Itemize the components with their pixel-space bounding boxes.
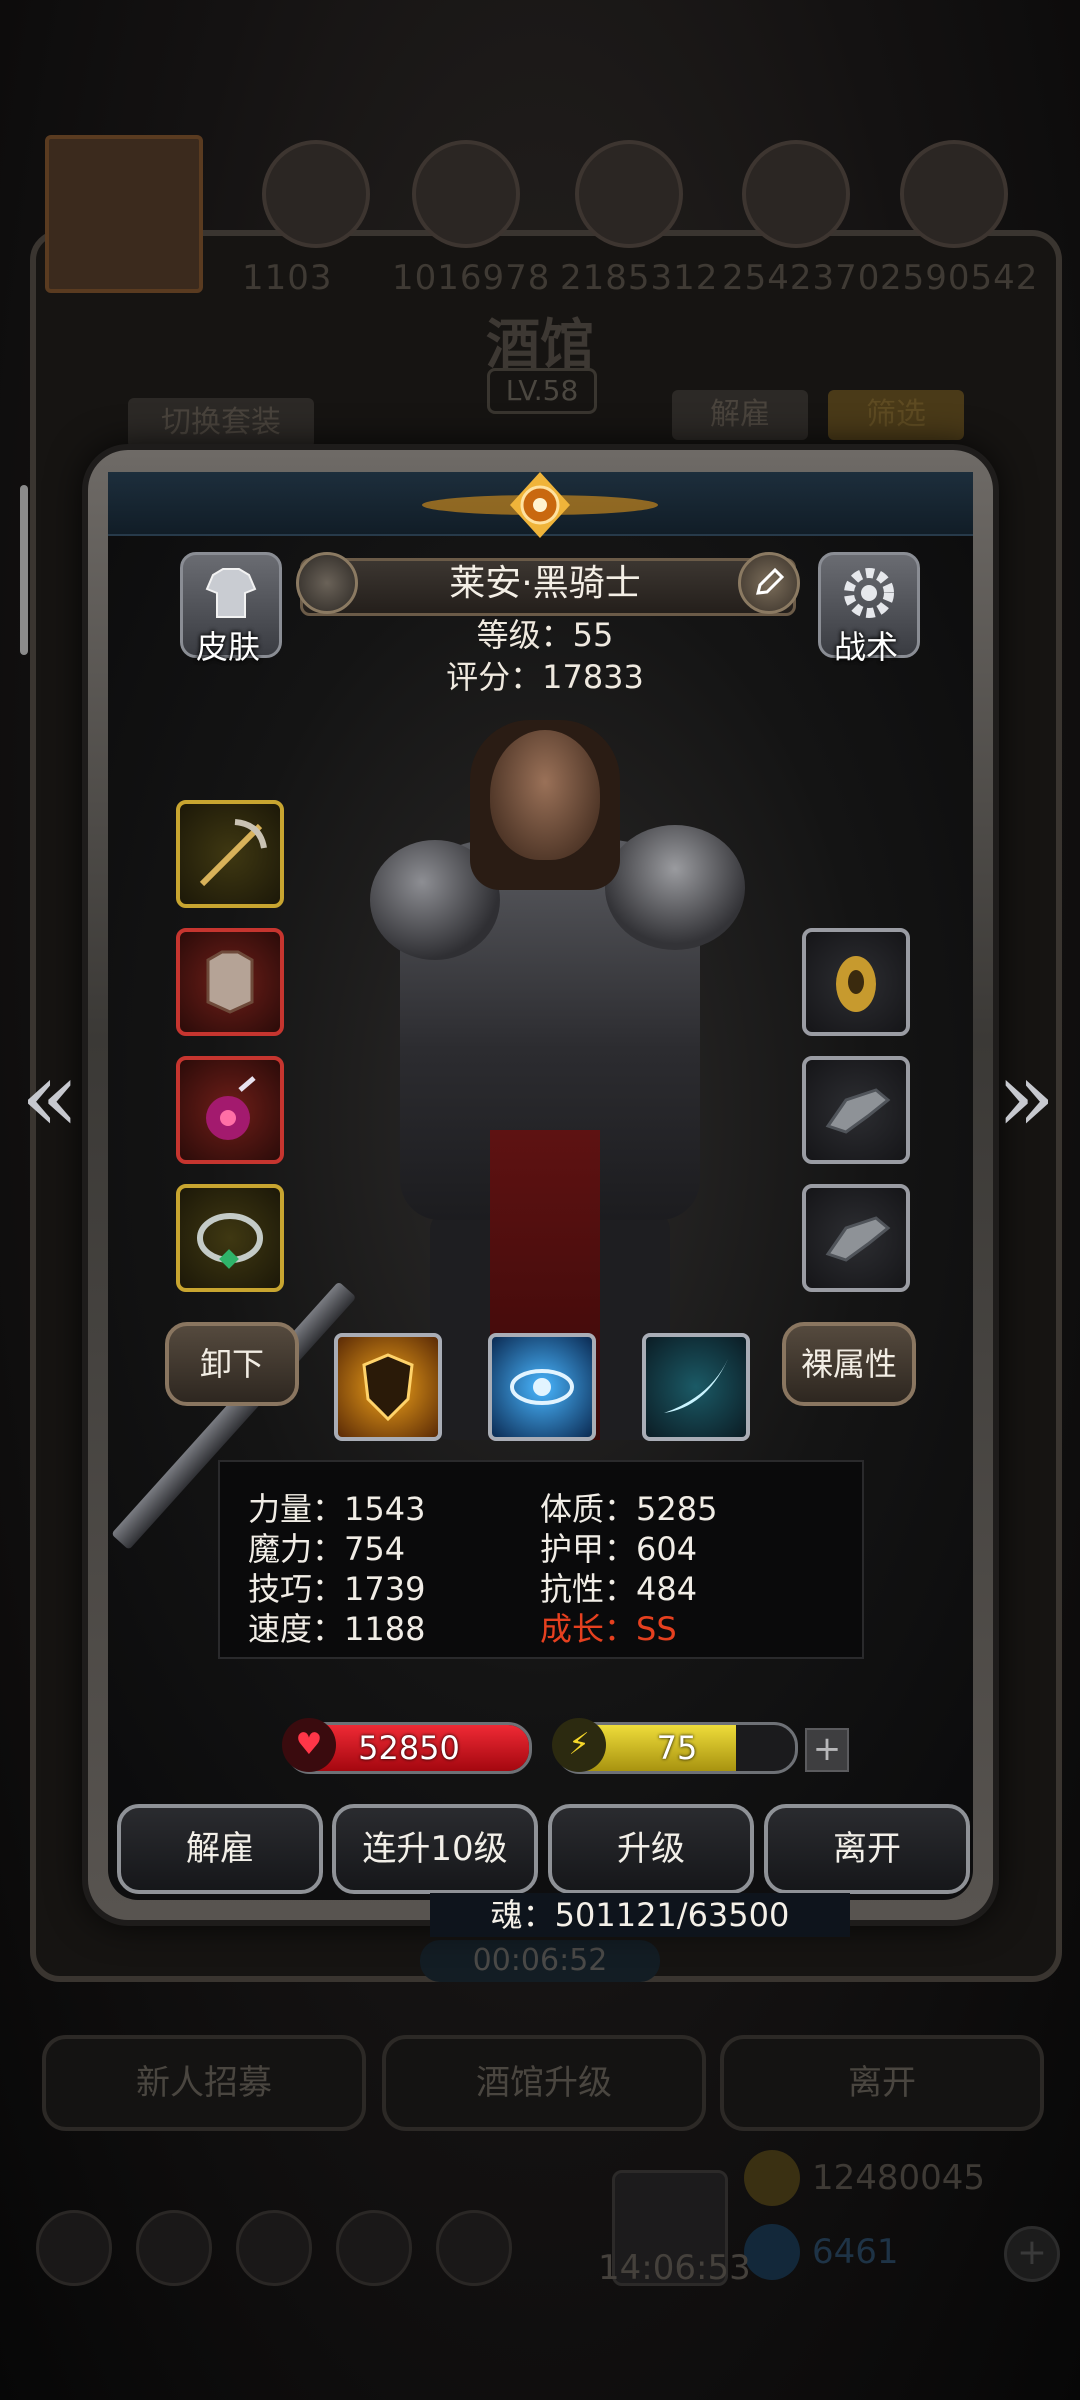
selected-hero-portrait-icon[interactable] bbox=[45, 135, 203, 293]
top-count-3: 2185312 bbox=[560, 258, 719, 298]
category-icon-3[interactable] bbox=[575, 140, 683, 248]
bg-leave-button[interactable]: 离开 bbox=[720, 2035, 1044, 2131]
category-icon-2[interactable] bbox=[412, 140, 520, 248]
filter-button[interactable]: 筛选 bbox=[828, 390, 964, 440]
top-count-2: 1016978 bbox=[392, 258, 551, 298]
gold-amount: 12480045 bbox=[812, 2158, 986, 2198]
add-energy-icon[interactable]: + bbox=[805, 1728, 849, 1772]
hero-right-pauldron bbox=[605, 825, 745, 950]
category-icon-1[interactable] bbox=[262, 140, 370, 248]
hero-name: 莱安·黑骑士 bbox=[449, 563, 641, 604]
gem-icon bbox=[744, 2224, 800, 2280]
lightning-icon: ⚡ bbox=[552, 1718, 606, 1772]
clock-text: 14:06:53 bbox=[598, 2248, 751, 2288]
soul-counter: 魂：501121/63500 bbox=[430, 1893, 850, 1937]
hero-face bbox=[490, 730, 600, 860]
hero-level: 等级：55 bbox=[476, 616, 614, 654]
top-count-5: 2590542 bbox=[880, 258, 1039, 298]
amulet-icon[interactable] bbox=[802, 928, 910, 1036]
heart-icon: ♥ bbox=[282, 1718, 336, 1772]
scrollbar[interactable] bbox=[20, 485, 28, 655]
hero-score: 评分：17833 bbox=[446, 658, 644, 696]
leave-button[interactable]: 离开 bbox=[764, 1804, 970, 1894]
gauntlet-icon[interactable] bbox=[802, 1184, 910, 1292]
potion-icon[interactable] bbox=[176, 1056, 284, 1164]
bg-dismiss-button[interactable]: 解雇 bbox=[672, 390, 808, 440]
category-icon-4[interactable] bbox=[742, 140, 850, 248]
level-up-button[interactable]: 升级 bbox=[548, 1804, 754, 1894]
gem-amount: 6461 bbox=[812, 2232, 899, 2272]
slash-skill-icon[interactable] bbox=[642, 1333, 750, 1441]
edit-name-icon[interactable] bbox=[738, 552, 800, 614]
unequip-button[interactable]: 卸下 bbox=[165, 1322, 299, 1406]
tavern-upgrade-button[interactable]: 酒馆升级 bbox=[382, 2035, 706, 2131]
prev-hero-arrow-icon[interactable]: « bbox=[14, 1049, 86, 1145]
nav-icon-2[interactable] bbox=[136, 2210, 212, 2286]
tactics-label: 战术 bbox=[833, 628, 898, 666]
nav-icon-3[interactable] bbox=[236, 2210, 312, 2286]
skin-label: 皮肤 bbox=[195, 628, 260, 666]
ring-icon[interactable] bbox=[176, 1184, 284, 1292]
gold-coin-icon bbox=[744, 2150, 800, 2206]
switch-outfit-button[interactable]: 切换套装 bbox=[128, 398, 314, 448]
chest-armor-icon[interactable] bbox=[176, 928, 284, 1036]
dismiss-hero-button[interactable]: 解雇 bbox=[117, 1804, 323, 1894]
rank-badge-icon[interactable] bbox=[296, 552, 358, 614]
nav-icon-1[interactable] bbox=[36, 2210, 112, 2286]
emblem-icon bbox=[422, 472, 658, 538]
stat-speed: 速度：1188 bbox=[248, 1610, 426, 1648]
top-count-4: 2542370 bbox=[722, 258, 881, 298]
pickaxe-icon[interactable] bbox=[176, 800, 284, 908]
category-icon-5[interactable] bbox=[900, 140, 1008, 248]
bare-attributes-button[interactable]: 裸属性 bbox=[782, 1322, 916, 1406]
gauntlet-icon[interactable] bbox=[802, 1056, 910, 1164]
shield-skill-icon[interactable] bbox=[334, 1333, 442, 1441]
eye-skill-icon[interactable] bbox=[488, 1333, 596, 1441]
new-recruit-button[interactable]: 新人招募 bbox=[42, 2035, 366, 2131]
stat-growth: 成长：SS bbox=[540, 1610, 677, 1648]
recruit-timer: 00:06:52 bbox=[420, 1940, 660, 1982]
top-count-1: 1103 bbox=[242, 258, 333, 298]
level-up-10-button[interactable]: 连升10级 bbox=[332, 1804, 538, 1894]
nav-icon-4[interactable] bbox=[336, 2210, 412, 2286]
nav-icon-5[interactable] bbox=[436, 2210, 512, 2286]
add-currency-icon[interactable]: + bbox=[1004, 2226, 1060, 2282]
tavern-level-badge: LV.58 bbox=[487, 368, 597, 414]
next-hero-arrow-icon[interactable]: » bbox=[990, 1049, 1062, 1145]
